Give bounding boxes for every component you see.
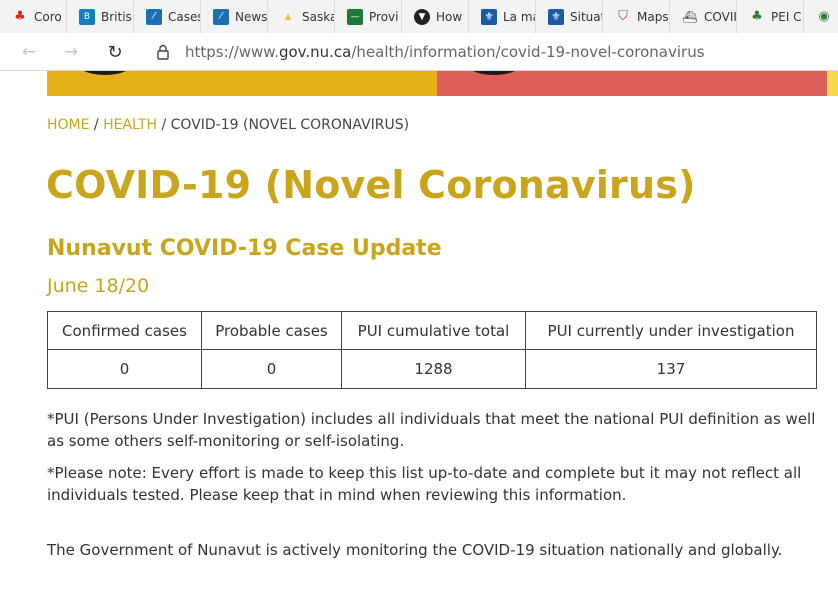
quebec-fleur-icon: ⚜ xyxy=(548,8,564,25)
breadcrumb-current: COVID-19 (NOVEL CORONAVIRUS) xyxy=(170,117,410,133)
banner-edge-segment xyxy=(827,71,838,96)
header-pui-current: PUI currently under investigation xyxy=(525,311,817,350)
address-bar[interactable]: https://www.gov.nu.ca/health/information… xyxy=(185,43,705,61)
pui-definition-note: *PUI (Persons Under Investigation) inclu… xyxy=(47,410,816,450)
bookmark-label: PEI C xyxy=(771,9,802,24)
nb-ship-icon: ⛴ xyxy=(682,9,698,24)
quebec-fleur-icon: ⚜ xyxy=(481,8,497,25)
reload-icon[interactable]: ↻ xyxy=(105,42,125,63)
header-pui-cumulative: PUI cumulative total xyxy=(341,311,526,350)
browser-toolbar: ← → ↻ https://www.gov.nu.ca/health/infor… xyxy=(0,33,838,71)
banner-red-segment xyxy=(437,71,827,96)
breadcrumb-separator: / xyxy=(157,117,171,133)
probable-cases-value: 0 xyxy=(201,349,342,389)
bookmark-item[interactable]: ⚜ Situat xyxy=(536,0,603,33)
bookmarks-bar: ♣ Coro B Britis ⁄ Cases ⁄ News ▴ Saska ―… xyxy=(0,0,838,33)
banner-graphic xyxy=(465,71,523,75)
monitoring-statement: The Government of Nunavut is actively mo… xyxy=(47,541,783,559)
table-row: 0 0 1288 137 xyxy=(47,349,817,389)
pui-current-value: 137 xyxy=(525,349,817,389)
page-title: COVID-19 (Novel Coronavirus) xyxy=(46,163,696,207)
breadcrumb-health-link[interactable]: HEALTH xyxy=(103,117,157,133)
bookmark-label: Situat xyxy=(570,9,602,24)
breadcrumb: HOME / HEALTH / COVID-19 (NOVEL CORONAVI… xyxy=(47,117,409,133)
bookmark-item[interactable]: ⚜ La ma xyxy=(469,0,536,33)
bookmark-item[interactable]: ⛉ Maps xyxy=(603,0,670,33)
breadcrumb-home-link[interactable]: HOME xyxy=(47,117,89,133)
url-prefix: https://www. xyxy=(185,43,279,61)
map-icon: ⛉ xyxy=(618,9,628,24)
bookmark-item[interactable]: ▼ How xyxy=(402,0,469,33)
table-header-row: Confirmed cases Probable cases PUI cumul… xyxy=(47,311,817,350)
bookmark-item[interactable]: ⛴ COVII xyxy=(670,0,737,33)
update-date: June 18/20 xyxy=(47,275,150,297)
globe-icon: ◉ xyxy=(818,9,830,24)
pui-cumulative-value: 1288 xyxy=(341,349,526,389)
header-banner xyxy=(47,71,838,96)
back-arrow-icon[interactable]: ← xyxy=(19,42,39,62)
header-confirmed-cases: Confirmed cases xyxy=(47,311,202,350)
bookmark-label: Saska xyxy=(302,9,334,24)
bookmark-label: Coro xyxy=(34,9,62,24)
breadcrumb-separator: / xyxy=(89,117,104,133)
bc-logo-icon: B xyxy=(79,8,95,25)
banner-graphic xyxy=(76,71,134,75)
header-probable-cases: Probable cases xyxy=(201,311,342,350)
pei-tree-icon: ♣ xyxy=(751,9,763,24)
case-update-heading: Nunavut COVID-19 Case Update xyxy=(47,236,442,261)
bookmark-item[interactable]: ♣ Coro xyxy=(0,0,67,33)
disclaimer-note: *Please note: Every effort is made to ke… xyxy=(47,464,802,504)
bookmark-label: Cases xyxy=(168,9,200,24)
confirmed-cases-value: 0 xyxy=(47,349,202,389)
saskatchewan-icon: ▴ xyxy=(284,9,292,24)
bookmark-label: La ma xyxy=(503,9,535,24)
ontario-icon: ▼ xyxy=(414,8,430,25)
lock-icon[interactable] xyxy=(157,44,169,60)
bookmark-item[interactable]: ⁄ News xyxy=(201,0,268,33)
bookmark-label: Britis xyxy=(101,9,132,24)
bookmark-label: News xyxy=(235,9,267,24)
bookmark-item[interactable]: ― Provi xyxy=(335,0,402,33)
manitoba-icon: ― xyxy=(347,8,363,25)
banner-yellow-segment xyxy=(47,71,437,96)
bookmark-label: COVII xyxy=(704,9,736,24)
bookmark-item[interactable]: ♣ PEI C xyxy=(737,0,804,33)
chart-icon: ⁄ xyxy=(146,8,162,25)
bookmark-label: Provi xyxy=(369,9,399,24)
bookmark-label: Maps xyxy=(637,9,669,24)
chart-icon: ⁄ xyxy=(213,8,229,25)
bookmark-item[interactable]: B Britis xyxy=(67,0,134,33)
maple-leaf-icon: ♣ xyxy=(14,9,26,24)
case-table: Confirmed cases Probable cases PUI cumul… xyxy=(47,311,817,389)
bookmark-item[interactable]: ◉ C xyxy=(804,0,838,33)
bookmark-label: How xyxy=(436,9,463,24)
url-domain: gov.nu.ca xyxy=(278,43,352,61)
forward-arrow-icon[interactable]: → xyxy=(61,42,81,62)
bookmark-item[interactable]: ⁄ Cases xyxy=(134,0,201,33)
bookmark-item[interactable]: ▴ Saska xyxy=(268,0,335,33)
url-path: /health/information/covid-19-novel-coron… xyxy=(351,43,705,61)
